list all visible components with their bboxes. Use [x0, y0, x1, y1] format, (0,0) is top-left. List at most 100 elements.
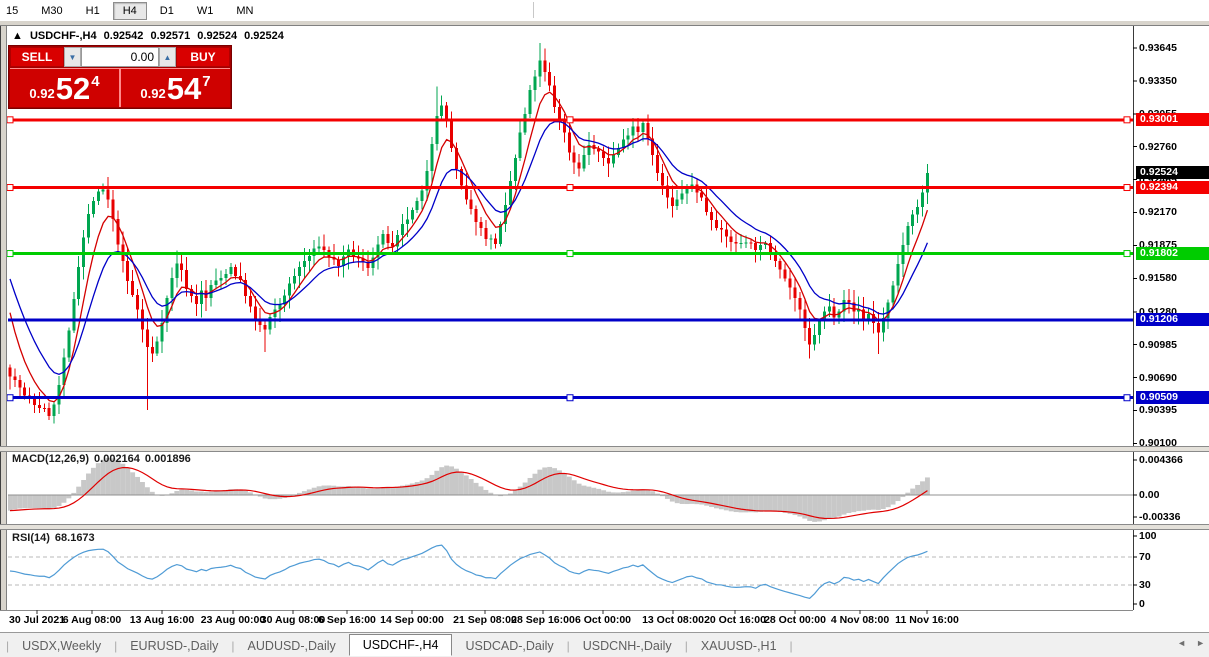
price-level-label-0.92394: 0.92394 [1136, 181, 1209, 194]
macd-signal-value: 0.001896 [145, 453, 191, 465]
macd-hist-bar [837, 495, 842, 517]
macd-hist-bar [57, 495, 62, 506]
hline-handle[interactable] [1124, 395, 1130, 401]
macd-hist-bar [47, 495, 52, 509]
candle-bear [180, 264, 183, 271]
candle-bull [416, 201, 419, 210]
hline-handle[interactable] [1124, 251, 1130, 257]
rsi-axis-label-70: 70 [1139, 551, 1151, 563]
macd-hist-bar [856, 495, 861, 511]
macd-hist-bar [366, 489, 371, 495]
candle-bear [725, 229, 728, 236]
candle-bull [916, 207, 919, 215]
ohlc-low: 0.92524 [197, 30, 237, 42]
hline-handle[interactable] [567, 185, 573, 191]
candle-bear [13, 376, 16, 380]
candle-bull [627, 136, 630, 140]
hline-handle[interactable] [567, 117, 573, 123]
macd-hist-bar [636, 490, 641, 495]
rsi-pane[interactable] [8, 545, 1133, 598]
tab-usdx-weekly[interactable]: USDX,Weekly [9, 636, 114, 656]
tab-xauusd-h1[interactable]: XAUUSD-,H1 [688, 636, 790, 656]
macd-hist-bar [876, 495, 881, 510]
macd-hist-bar [469, 479, 474, 495]
timeframe-button-W1[interactable]: W1 [187, 2, 224, 20]
macd-hist-bar [822, 495, 827, 520]
candle-bear [185, 270, 188, 289]
tab-usdcad-daily[interactable]: USDCAD-,Daily [452, 636, 566, 656]
candle-bear [543, 60, 546, 72]
candle-bull [224, 274, 227, 278]
x-axis-label: 6 Sep 16:00 [318, 614, 376, 626]
sell-button[interactable]: SELL [10, 47, 64, 67]
candle-bull [215, 280, 218, 285]
panel-collapse-arrow-icon[interactable]: ▲ [12, 30, 23, 42]
macd-hist-bar [130, 472, 135, 495]
hline-handle[interactable] [567, 251, 573, 257]
lot-size-input[interactable] [81, 47, 159, 67]
macd-hist-bar [263, 495, 268, 499]
hline-handle[interactable] [7, 251, 13, 257]
tab-audusd-daily[interactable]: AUDUSD-,Daily [235, 636, 349, 656]
candle-bull [175, 264, 178, 278]
macd-hist-bar [390, 487, 395, 495]
macd-hist-bar [52, 495, 57, 508]
macd-hist-bar [331, 486, 336, 495]
hline-handle[interactable] [1124, 117, 1130, 123]
candle-bull [440, 105, 443, 116]
timeframe-button-D1[interactable]: D1 [150, 2, 184, 20]
macd-hist-bar [763, 495, 768, 511]
candle-bear [754, 243, 757, 250]
window-left-frame [0, 25, 7, 610]
timeframe-button-M30[interactable]: M30 [31, 2, 72, 20]
buy-button[interactable]: BUY [176, 47, 230, 67]
lot-increase-button[interactable]: ▲ [159, 47, 176, 67]
candle-bear [18, 380, 21, 388]
lot-decrease-button[interactable]: ▼ [64, 47, 81, 67]
timeframe-button-H1[interactable]: H1 [76, 2, 110, 20]
trading-terminal-window: 15M30H1H4D1W1MN ▲ USDCHF-,H4 0.92542 0.9… [0, 0, 1209, 657]
tab-usdchf-h4[interactable]: USDCHF-,H4 [349, 634, 453, 656]
timeframe-button-15[interactable]: 15 [0, 2, 28, 20]
hline-handle[interactable] [7, 395, 13, 401]
macd-hist-bar [243, 491, 248, 495]
macd-hist-bar [439, 467, 444, 495]
macd-hist-bar [464, 475, 469, 495]
timeframe-button-H4[interactable]: H4 [113, 2, 147, 20]
candle-bear [607, 158, 610, 163]
hline-handle[interactable] [7, 117, 13, 123]
macd-pane[interactable] [8, 458, 1133, 522]
hline-handle[interactable] [1124, 185, 1130, 191]
macd-hist-bar [429, 475, 434, 495]
macd-hist-bar [915, 485, 920, 495]
timeframe-button-MN[interactable]: MN [226, 2, 263, 20]
candle-bull [759, 245, 762, 250]
tab-usdcnh-daily[interactable]: USDCNH-,Daily [570, 636, 685, 656]
macd-hist-bar [842, 495, 847, 515]
macd-hist-bar [552, 468, 557, 495]
tab-scroll-right-icon[interactable]: ► [1196, 638, 1205, 648]
candle-bear [322, 246, 325, 250]
sell-price-display[interactable]: 0.92524 [10, 69, 119, 107]
rsi-axis-label-0: 0 [1139, 598, 1145, 610]
candle-bear [475, 209, 478, 222]
buy-price-display[interactable]: 0.92547 [121, 69, 230, 107]
tab-scroll-left-icon[interactable]: ◄ [1177, 638, 1186, 648]
macd-hist-bar [91, 468, 96, 495]
candle-bull [318, 246, 321, 248]
hline-handle[interactable] [567, 395, 573, 401]
pane-splitter-macd[interactable] [0, 446, 1209, 452]
candle-bear [833, 307, 836, 318]
x-axis-label: 23 Aug 00:00 [201, 614, 265, 626]
candle-bull [298, 267, 301, 276]
hline-handle[interactable] [7, 185, 13, 191]
pane-splitter-rsi[interactable] [0, 524, 1209, 530]
candle-bear [146, 329, 149, 347]
macd-hist-bar [788, 495, 793, 514]
candle-bear [445, 105, 448, 120]
macd-hist-bar [375, 488, 380, 495]
candle-bull [53, 404, 56, 416]
macd-hist-bar [586, 487, 591, 495]
tab-eurusd-daily[interactable]: EURUSD-,Daily [117, 636, 231, 656]
candle-bull [293, 276, 296, 284]
